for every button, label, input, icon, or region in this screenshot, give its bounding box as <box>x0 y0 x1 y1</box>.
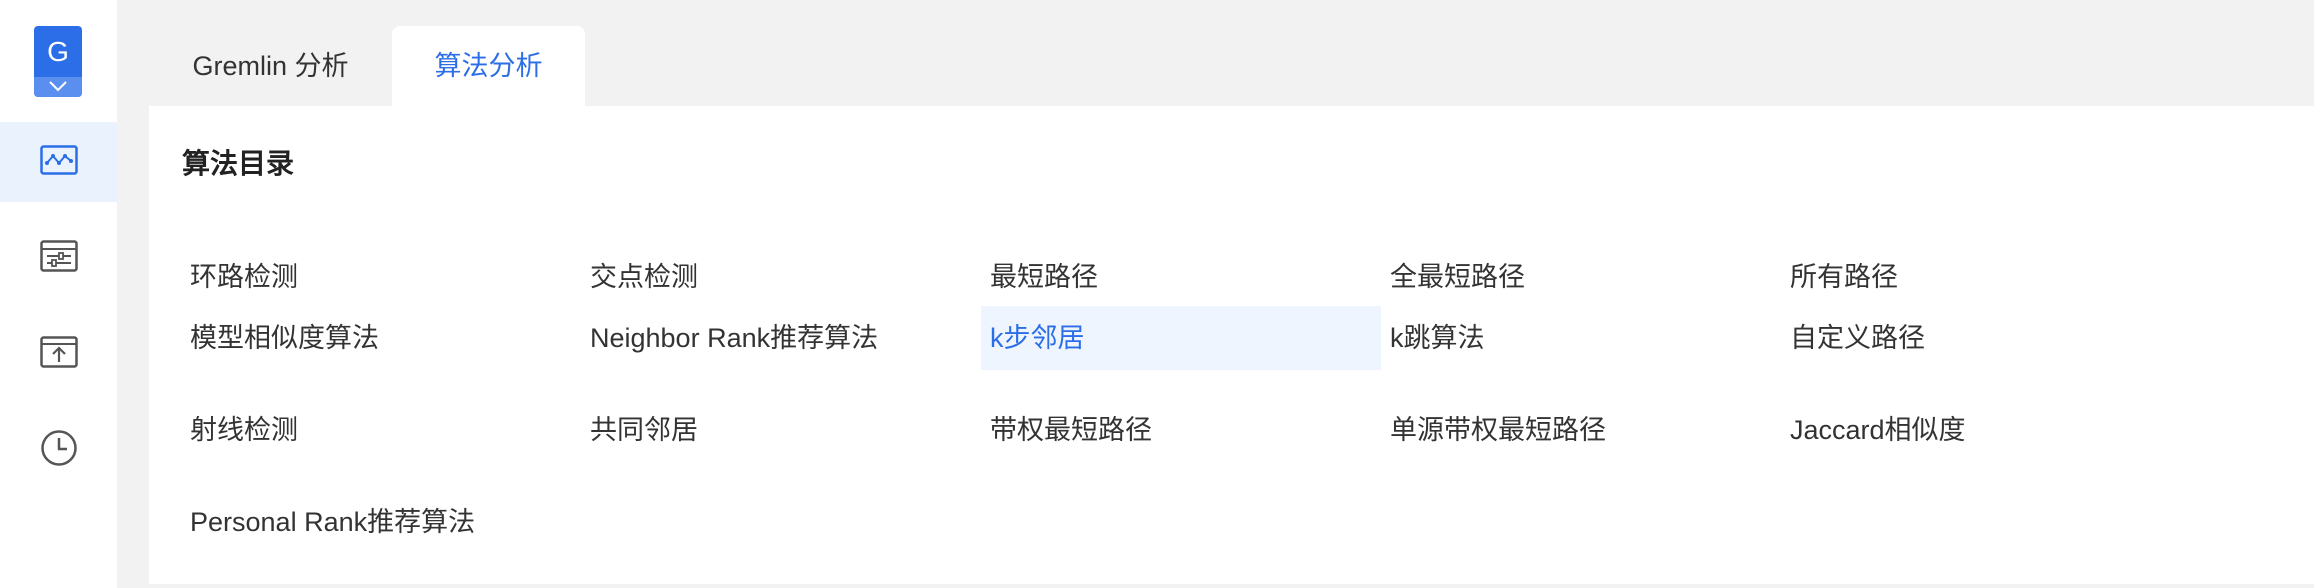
upload-icon <box>39 335 78 373</box>
graph-analysis-icon <box>39 144 78 180</box>
sidebar-item-graph-analysis[interactable] <box>0 122 117 202</box>
algo-item[interactable]: Jaccard相似度 <box>1749 398 2149 462</box>
logo-letter: G <box>47 36 69 67</box>
tab-gremlin-analysis[interactable]: Gremlin 分析 <box>149 26 392 106</box>
algo-item-selected[interactable]: k步邻居 <box>981 306 1381 370</box>
algo-item[interactable]: 单源带权最短路径 <box>1349 398 1749 462</box>
algo-item[interactable]: 全最短路径 <box>1349 245 1749 309</box>
sidebar-item-history[interactable] <box>0 410 117 490</box>
app-logo-switcher[interactable]: G <box>34 26 82 97</box>
algo-item[interactable]: 带权最短路径 <box>949 398 1349 462</box>
algo-item[interactable]: 所有路径 <box>1749 245 2149 309</box>
sidebar: G <box>0 0 117 588</box>
algo-item[interactable]: Personal Rank推荐算法 <box>149 490 549 554</box>
tab-algorithm-analysis[interactable]: 算法分析 <box>392 26 585 106</box>
algo-item[interactable]: 交点检测 <box>549 245 949 309</box>
sidebar-item-upload[interactable] <box>0 314 117 394</box>
sidebar-item-data-import[interactable] <box>0 218 117 298</box>
algo-item[interactable]: 射线检测 <box>149 398 549 462</box>
algo-item[interactable]: 环路检测 <box>149 245 549 309</box>
chevron-down-icon[interactable] <box>34 77 82 97</box>
algo-item[interactable]: 模型相似度算法 <box>149 306 549 370</box>
algo-item[interactable]: 自定义路径 <box>1749 306 2149 370</box>
algo-item[interactable]: k跳算法 <box>1349 306 1749 370</box>
history-clock-icon <box>40 429 78 472</box>
algo-item[interactable]: Neighbor Rank推荐算法 <box>549 306 949 370</box>
panel-title: 算法目录 <box>182 148 295 179</box>
algo-item[interactable]: 最短路径 <box>949 245 1349 309</box>
algo-item[interactable]: 共同邻居 <box>549 398 949 462</box>
data-import-icon <box>39 239 78 277</box>
algorithm-panel: 算法目录 环路检测 交点检测 最短路径 全最短路径 所有路径 模型相似度算法 N… <box>149 106 2314 584</box>
